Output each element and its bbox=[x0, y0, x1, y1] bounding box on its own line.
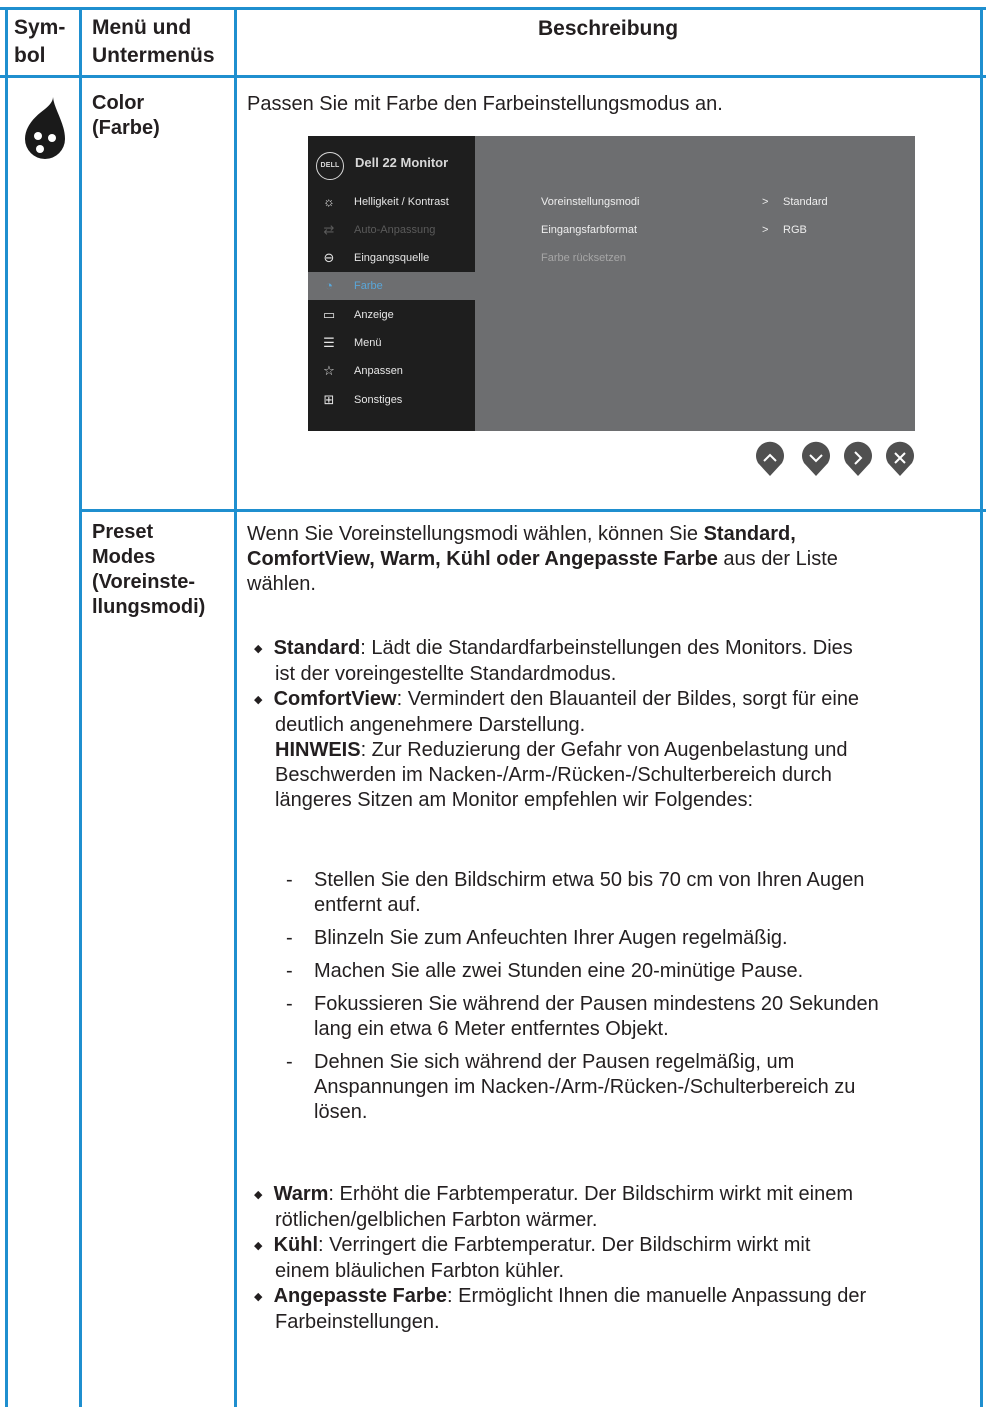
menu-preset-line-4: llungsmodi) bbox=[92, 596, 206, 618]
menu-color: Color (Farbe) bbox=[92, 91, 160, 141]
bullet-warm: ◆ Warm: Erhöht die Farbtemperatur. Der B… bbox=[254, 1183, 854, 1231]
down-icon[interactable] bbox=[800, 441, 832, 477]
column-divider-2 bbox=[234, 7, 237, 1407]
right-icon[interactable] bbox=[842, 441, 874, 477]
menu-preset-line-1: Preset bbox=[92, 521, 154, 543]
header-symbol-line-1: Sym- bbox=[14, 16, 66, 39]
color-description: Passen Sie mit Farbe den Farbeinstellung… bbox=[247, 93, 723, 115]
bullet-icon: ◆ bbox=[254, 1291, 263, 1303]
tips-list: - Stellen Sie den Bildschirm etwa 50 bis … bbox=[286, 868, 879, 1125]
header-menu-line-2: Untermenüs bbox=[92, 44, 215, 67]
preset-intro-line-1: Wenn Sie Voreinstellungsmodi wählen, kön… bbox=[247, 523, 796, 545]
close-icon[interactable] bbox=[884, 441, 916, 477]
color-icon: ◔ bbox=[325, 278, 333, 293]
osd-setting-input-format-value: RGB bbox=[783, 224, 807, 236]
bullet-icon: ◆ bbox=[254, 1240, 263, 1252]
osd-item-display[interactable]: ▭ Anzeige bbox=[308, 301, 475, 329]
input-source-icon: ⊖ bbox=[323, 250, 335, 265]
up-icon[interactable] bbox=[754, 441, 786, 477]
preset-bullets: ◆ Standard: Lädt die Standardfarbeinstel… bbox=[254, 636, 859, 813]
osd-item-label: Farbe bbox=[354, 280, 383, 292]
bullet-icon: ◆ bbox=[254, 643, 263, 655]
osd-main-menu: DELL Dell 22 Monitor ☼ Helligkeit / Kont… bbox=[308, 136, 475, 431]
brightness-icon: ☼ bbox=[323, 194, 335, 209]
tip-item: - Blinzeln Sie zum Anfeuchten Ihrer Augen… bbox=[286, 927, 788, 949]
osd-item-label: Sonstiges bbox=[354, 394, 403, 406]
menu-icon: ☰ bbox=[323, 335, 335, 350]
tip-item: - Fokussieren Sie während der Pausen mind… bbox=[286, 993, 879, 1040]
others-icon: ⊞ bbox=[323, 392, 335, 407]
osd-setting-preset-value: Standard bbox=[783, 196, 828, 208]
row-divider bbox=[79, 509, 986, 512]
osd-setting-input-format-label[interactable]: Eingangsfarbformat bbox=[541, 222, 637, 238]
table-top-border bbox=[0, 7, 986, 10]
header-symbol-line-2: bol bbox=[14, 44, 46, 67]
star-icon: ☆ bbox=[323, 363, 335, 378]
osd-item-input-source[interactable]: ⊖ Eingangsquelle bbox=[308, 244, 475, 272]
bullet-standard: ◆ Standard: Lädt die Standardfarbeinstel… bbox=[254, 637, 853, 685]
display-icon: ▭ bbox=[322, 307, 336, 322]
menu-preset-modes: Preset Modes (Voreinste- llungsmodi) bbox=[92, 520, 205, 620]
osd-item-label: Menü bbox=[354, 337, 382, 349]
column-divider-1 bbox=[79, 7, 82, 1407]
tip-item: - Machen Sie alle zwei Stunden eine 20-mi… bbox=[286, 960, 804, 982]
table-right-border bbox=[980, 7, 983, 1407]
osd-title: Dell 22 Monitor bbox=[355, 155, 449, 170]
tip-item: - Stellen Sie den Bildschirm etwa 50 bis … bbox=[286, 869, 865, 916]
osd-setting-preset-arrow: > bbox=[762, 196, 769, 208]
menu-color-line-1: Color bbox=[92, 92, 145, 114]
header-menu-line-1: Menü und bbox=[92, 16, 192, 39]
header-menu: Menü und Untermenüs bbox=[92, 14, 215, 70]
osd-item-label: Auto-Anpassung bbox=[354, 224, 436, 236]
auto-adjust-icon: ⇄ bbox=[323, 222, 335, 237]
osd-item-label: Helligkeit / Kontrast bbox=[354, 196, 449, 208]
dell-logo: DELL bbox=[316, 152, 344, 180]
osd-setting-input-format-arrow: > bbox=[762, 224, 769, 236]
color-drop-icon bbox=[23, 95, 67, 163]
menu-table: Sym- bol Menü und Untermenüs Beschreibun… bbox=[0, 0, 986, 1407]
osd-item-menu[interactable]: ☰ Menü bbox=[308, 329, 475, 357]
osd-item-label: Eingangsquelle bbox=[354, 252, 430, 264]
bullet-icon: ◆ bbox=[254, 1189, 263, 1201]
osd-item-color[interactable]: ◔ Farbe bbox=[308, 272, 475, 300]
osd-item-personalize[interactable]: ☆ Anpassen bbox=[308, 357, 475, 385]
osd-setting-reset-color[interactable]: Farbe rücksetzen bbox=[541, 250, 626, 266]
menu-color-line-2: (Farbe) bbox=[92, 117, 160, 139]
bullet-custom-color: ◆ Angepasste Farbe: Ermöglicht Ihnen die… bbox=[254, 1285, 867, 1333]
osd-item-auto-adjust[interactable]: ⇄ Auto-Anpassung bbox=[308, 216, 475, 244]
osd-screenshot: DELL Dell 22 Monitor ☼ Helligkeit / Kont… bbox=[308, 136, 915, 431]
preset-intro-line-2: ComfortView, Warm, Kühl oder Angepasste … bbox=[247, 548, 838, 570]
bullet-icon: ◆ bbox=[254, 694, 263, 706]
menu-preset-line-3: (Voreinste- bbox=[92, 571, 195, 593]
note: HINWEIS: Zur Reduzierung der Gefahr von … bbox=[275, 739, 848, 811]
tip-item: - Dehnen Sie sich während der Pausen rege… bbox=[286, 1051, 856, 1123]
bullet-cool: ◆ Kühl: Verringert die Farbtemperatur. D… bbox=[254, 1234, 811, 1282]
osd-setting-preset-label[interactable]: Voreinstellungsmodi bbox=[541, 194, 639, 210]
header-symbol: Sym- bol bbox=[14, 14, 65, 70]
header-description: Beschreibung bbox=[538, 17, 679, 40]
osd-item-brightness[interactable]: ☼ Helligkeit / Kontrast bbox=[308, 188, 475, 216]
bullet-comfortview: ◆ ComfortView: Vermindert den Blauanteil… bbox=[254, 688, 860, 736]
preset-intro: Wenn Sie Voreinstellungsmodi wählen, kön… bbox=[247, 522, 838, 597]
preset-bullets-2: ◆ Warm: Erhöht die Farbtemperatur. Der B… bbox=[254, 1182, 866, 1335]
osd-item-label: Anzeige bbox=[354, 309, 394, 321]
osd-item-label: Anpassen bbox=[354, 365, 403, 377]
osd-item-others[interactable]: ⊞ Sonstiges bbox=[308, 386, 475, 414]
table-left-border bbox=[5, 7, 8, 1407]
preset-intro-line-3: wählen. bbox=[247, 573, 316, 595]
header-bottom-border bbox=[0, 75, 986, 78]
menu-preset-line-2: Modes bbox=[92, 546, 156, 568]
